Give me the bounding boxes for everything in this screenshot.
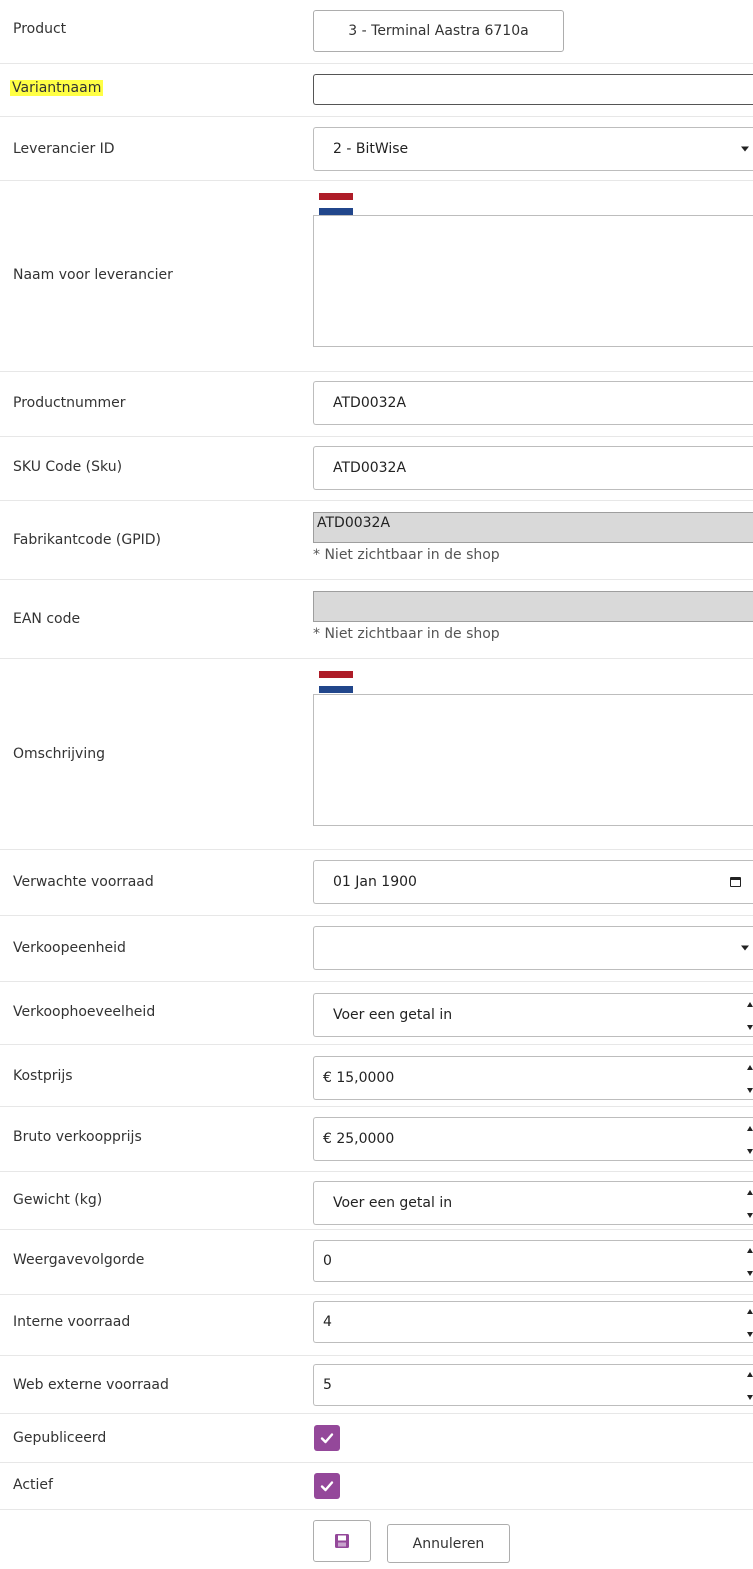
row-divider bbox=[0, 579, 753, 580]
save-button[interactable] bbox=[313, 1520, 371, 1562]
checkmark-icon bbox=[320, 1481, 334, 1492]
productnummer-label: Productnummer bbox=[13, 395, 126, 411]
ean-note: * Niet zichtbaar in de shop bbox=[313, 626, 500, 642]
row-divider bbox=[0, 658, 753, 659]
cancel-label: Annuleren bbox=[412, 1535, 485, 1552]
row-divider bbox=[0, 981, 753, 982]
nl-flag-icon bbox=[319, 671, 353, 693]
row-divider bbox=[0, 1462, 753, 1463]
productnummer-input[interactable]: ATD0032A bbox=[313, 381, 753, 425]
gpid-note: * Niet zichtbaar in de shop bbox=[313, 547, 500, 563]
chevron-down-icon bbox=[741, 146, 749, 152]
gepubliceerd-checkbox[interactable] bbox=[314, 1425, 340, 1451]
spinner-arrows-icon[interactable] bbox=[747, 1065, 753, 1093]
gpid-input: ATD0032A bbox=[313, 512, 753, 543]
omschrijving-label: Omschrijving bbox=[13, 746, 105, 762]
checkmark-icon bbox=[320, 1433, 334, 1444]
product-button[interactable]: 3 - Terminal Aastra 6710a bbox=[313, 10, 564, 52]
gpid-value: ATD0032A bbox=[317, 515, 391, 531]
kostprijs-value: € 15,0000 bbox=[323, 1070, 395, 1086]
omschrijving-textarea[interactable] bbox=[313, 694, 753, 826]
actief-checkbox[interactable] bbox=[314, 1473, 340, 1499]
spinner-arrows-icon[interactable] bbox=[747, 1248, 753, 1276]
bruto-value: € 25,0000 bbox=[323, 1131, 395, 1147]
ean-label: EAN code bbox=[13, 611, 81, 627]
interne-voorraad-value: 4 bbox=[323, 1314, 332, 1330]
sku-input[interactable]: ATD0032A bbox=[313, 446, 753, 490]
verkoopeenheid-label: Verkoopeenheid bbox=[13, 940, 126, 956]
product-value: 3 - Terminal Aastra 6710a bbox=[348, 23, 529, 39]
row-divider bbox=[0, 849, 753, 850]
ean-input bbox=[313, 591, 753, 622]
spinner-arrows-icon[interactable] bbox=[747, 1190, 753, 1218]
gepubliceerd-label: Gepubliceerd bbox=[13, 1430, 107, 1446]
row-divider bbox=[0, 1355, 753, 1356]
leverancier-label: Leverancier ID bbox=[13, 141, 115, 157]
calendar-icon[interactable] bbox=[730, 877, 741, 887]
variantnaam-input[interactable] bbox=[313, 74, 753, 105]
verwachte-voorraad-label: Verwachte voorraad bbox=[13, 874, 154, 890]
spinner-arrows-icon[interactable] bbox=[747, 1309, 753, 1337]
verkoophoeveelheid-placeholder: Voer een getal in bbox=[333, 1007, 453, 1023]
actief-label: Actief bbox=[13, 1477, 53, 1493]
leverancier-value: 2 - BitWise bbox=[333, 141, 409, 157]
row-divider bbox=[0, 371, 753, 372]
variantnaam-label: Variantnaam bbox=[10, 80, 104, 96]
verkoopeenheid-select[interactable] bbox=[313, 926, 753, 970]
chevron-down-icon bbox=[741, 945, 749, 951]
bruto-label: Bruto verkoopprijs bbox=[13, 1129, 142, 1145]
product-label: Product bbox=[13, 21, 67, 37]
weergavevolgorde-number-input[interactable]: 0 bbox=[313, 1240, 753, 1282]
productnummer-value: ATD0032A bbox=[333, 395, 407, 411]
verwachte-voorraad-value: 01 Jan 1900 bbox=[333, 874, 417, 890]
row-divider bbox=[0, 63, 753, 64]
cancel-button[interactable]: Annuleren bbox=[387, 1524, 510, 1563]
spinner-arrows-icon[interactable] bbox=[747, 1372, 753, 1400]
row-divider bbox=[0, 1413, 753, 1414]
row-divider bbox=[0, 1229, 753, 1230]
gewicht-label: Gewicht (kg) bbox=[13, 1192, 103, 1208]
web-externe-voorraad-number-input[interactable]: 5 bbox=[313, 1364, 753, 1406]
web-externe-voorraad-value: 5 bbox=[323, 1377, 332, 1393]
verkoophoeveelheid-number-input[interactable]: Voer een getal in bbox=[313, 993, 753, 1037]
row-divider bbox=[0, 500, 753, 501]
verkoophoeveelheid-label: Verkoophoeveelheid bbox=[13, 1004, 156, 1020]
interne-voorraad-label: Interne voorraad bbox=[13, 1314, 131, 1330]
row-divider bbox=[0, 1044, 753, 1045]
row-divider bbox=[0, 116, 753, 117]
row-divider bbox=[0, 436, 753, 437]
naam-leverancier-textarea[interactable] bbox=[313, 215, 753, 347]
interne-voorraad-number-input[interactable]: 4 bbox=[313, 1301, 753, 1343]
row-divider bbox=[0, 915, 753, 916]
spinner-arrows-icon[interactable] bbox=[747, 1002, 753, 1030]
naam-leverancier-label: Naam voor leverancier bbox=[13, 267, 173, 283]
bruto-number-input[interactable]: € 25,0000 bbox=[313, 1117, 753, 1161]
row-divider bbox=[0, 1171, 753, 1172]
web-externe-voorraad-label: Web externe voorraad bbox=[13, 1377, 169, 1393]
gpid-label: Fabrikantcode (GPID) bbox=[13, 532, 162, 548]
nl-flag-icon bbox=[319, 193, 353, 215]
sku-value: ATD0032A bbox=[333, 460, 407, 476]
spinner-arrows-icon[interactable] bbox=[747, 1126, 753, 1154]
gewicht-number-input[interactable]: Voer een getal in bbox=[313, 1181, 753, 1225]
row-divider bbox=[0, 1106, 753, 1107]
row-divider bbox=[0, 180, 753, 181]
floppy-disk-icon bbox=[335, 1534, 349, 1548]
sku-label: SKU Code (Sku) bbox=[13, 459, 123, 475]
row-divider bbox=[0, 1294, 753, 1295]
row-divider bbox=[0, 1509, 753, 1510]
kostprijs-label: Kostprijs bbox=[13, 1068, 73, 1084]
gewicht-placeholder: Voer een getal in bbox=[333, 1195, 453, 1211]
weergavevolgorde-label: Weergavevolgorde bbox=[13, 1252, 145, 1268]
weergavevolgorde-value: 0 bbox=[323, 1253, 332, 1269]
verwachte-voorraad-date-input[interactable]: 01 Jan 1900 bbox=[313, 860, 753, 904]
kostprijs-number-input[interactable]: € 15,0000 bbox=[313, 1056, 753, 1100]
leverancier-select[interactable]: 2 - BitWise bbox=[313, 127, 753, 171]
